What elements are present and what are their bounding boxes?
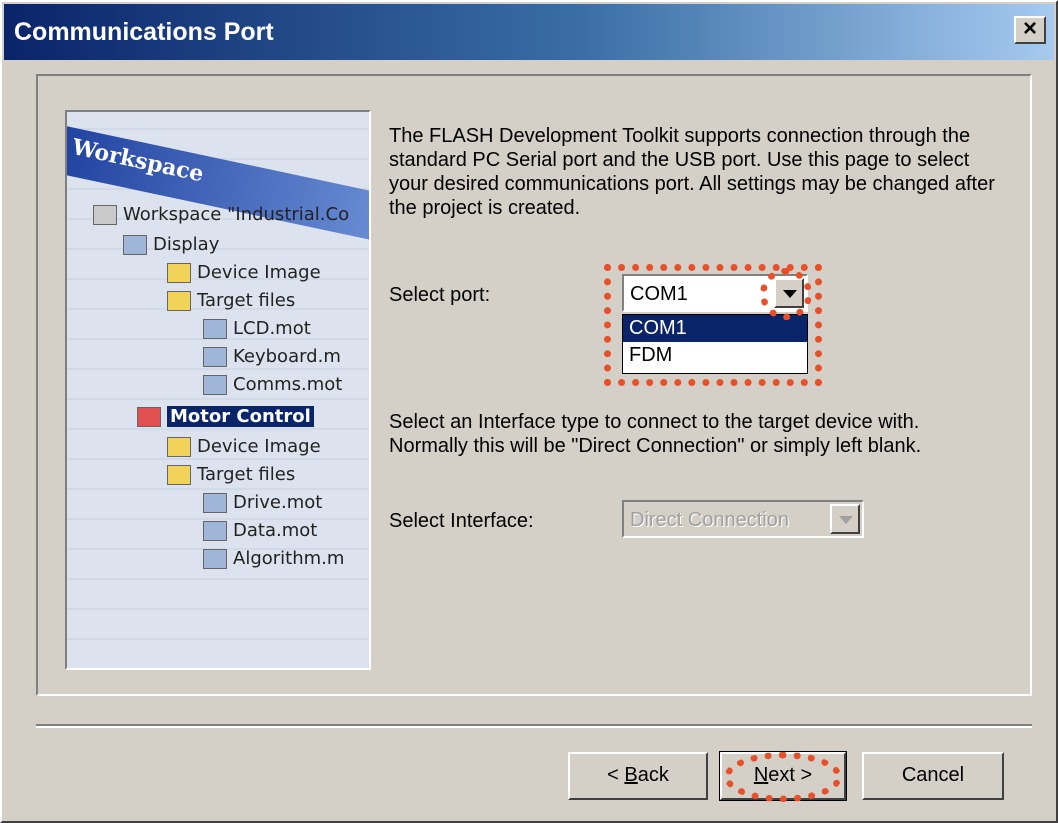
tree-item-label: LCD.mot [233, 318, 311, 339]
tree-item-comms-mot: Comms.mot [203, 374, 342, 395]
tree-item-device-image: Device Image [167, 262, 321, 283]
workspace-illustration: Workspace Workspace "Industrial.Co Displ… [65, 110, 371, 670]
folder-icon [167, 262, 191, 283]
tree-item-lcd-mot: LCD.mot [203, 318, 311, 339]
file-icon [203, 374, 227, 395]
tree-item-label: Device Image [197, 262, 321, 283]
file-icon [203, 492, 227, 513]
tree-item-workspace: Workspace "Industrial.Co [93, 204, 349, 225]
title-bar[interactable]: Communications Port × [4, 4, 1054, 60]
tree-item-target-files: Target files [167, 290, 295, 311]
tree-item-label: Motor Control [167, 406, 314, 427]
interface-value: Direct Connection [630, 509, 789, 531]
next-button-highlight-annotation [724, 752, 842, 802]
cancel-button[interactable]: Cancel [862, 752, 1004, 800]
dropdown-button-highlight-annotation [760, 268, 812, 320]
folder-icon [167, 436, 191, 457]
file-icon [203, 346, 227, 367]
back-button[interactable]: < Back [568, 752, 708, 800]
file-icon [203, 520, 227, 541]
select-port-label: Select port: [389, 284, 491, 306]
tree-item-label: Device Image [197, 436, 321, 457]
tree-item-display: Display [123, 234, 219, 255]
back-prefix: < [607, 764, 625, 786]
window-title: Communications Port [14, 18, 274, 46]
tree-item-label: Data.mot [233, 520, 318, 541]
tree-item-algorithm-mot: Algorithm.m [203, 548, 344, 569]
interface-description: Select an Interface type to connect to t… [389, 411, 922, 457]
port-description: The FLASH Development Toolkit supports c… [389, 125, 995, 219]
tree-item-label: Keyboard.m [233, 346, 341, 367]
tree-item-label: Drive.mot [233, 492, 323, 513]
workspace-icon [93, 204, 117, 225]
select-interface-label: Select Interface: [389, 510, 534, 532]
interface-combobox: Direct Connection [622, 500, 864, 538]
folder-icon [167, 464, 191, 485]
tree-item-label: Workspace "Industrial.Co [123, 204, 350, 225]
tree-item-data-mot: Data.mot [203, 520, 317, 541]
tree-item-motor-control: Motor Control [137, 406, 314, 427]
tree-item-keyboard-mot: Keyboard.m [203, 346, 341, 367]
divider [36, 724, 1032, 728]
tree-item-label: Target files [197, 464, 296, 485]
project-icon [137, 406, 161, 427]
close-button[interactable]: × [1014, 16, 1046, 44]
file-icon [203, 318, 227, 339]
back-label: ack [637, 764, 669, 786]
tree-item-label: Target files [197, 290, 296, 311]
file-icon [203, 548, 227, 569]
communications-port-dialog: Communications Port × Workspace Workspac… [0, 0, 1058, 823]
tree-item-drive-mot: Drive.mot [203, 492, 322, 513]
display-icon [123, 234, 147, 255]
back-accelerator: B [624, 764, 638, 786]
tree-item-label: Algorithm.m [233, 548, 345, 569]
tree-item-label: Display [153, 234, 220, 255]
tree-item-label: Comms.mot [233, 374, 343, 395]
tree-item-target-files-2: Target files [167, 464, 295, 485]
folder-icon [167, 290, 191, 311]
tree-item-device-image-2: Device Image [167, 436, 321, 457]
chevron-down-icon [830, 504, 860, 534]
